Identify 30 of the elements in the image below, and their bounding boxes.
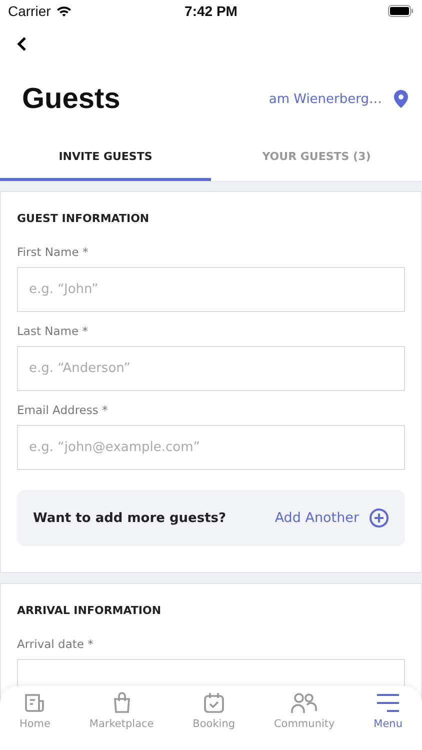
field-label: First Name *	[17, 245, 90, 259]
section-heading: GUEST INFORMATION	[17, 212, 150, 225]
nav-item[interactable]: Marketplace	[89, 692, 154, 750]
nav-item[interactable]: Menu	[374, 692, 402, 750]
carrier-name: Carrier	[8, 3, 51, 19]
location-link[interactable]: am Wienerberg…	[268, 92, 382, 106]
add-another-link[interactable]: Add Another	[274, 510, 359, 526]
field-label: Arrival date *	[17, 637, 94, 651]
nav-item[interactable]: Home	[19, 692, 50, 750]
back-icon[interactable]	[16, 36, 28, 52]
input-field[interactable]: e.g. “john@example.com”	[17, 425, 405, 470]
tab[interactable]: YOUR GUESTS (3)	[211, 138, 422, 181]
field-label: Last Name *	[17, 324, 89, 338]
location-pin-icon[interactable]	[394, 90, 408, 108]
input-field[interactable]: e.g. “Anderson”	[17, 346, 405, 391]
page-title: Guests	[22, 82, 120, 116]
field-label: Email Address *	[17, 403, 109, 417]
section-heading: ARRIVAL INFORMATION	[17, 604, 162, 617]
nav-item[interactable]: Community	[274, 692, 335, 750]
calendar-check-icon	[202, 692, 225, 714]
newspaper-icon	[24, 692, 46, 714]
battery-icon	[388, 5, 414, 17]
add-guests-prompt: Want to add more guests?	[33, 510, 226, 526]
nav-item[interactable]: Booking	[192, 692, 236, 750]
wifi-icon	[56, 5, 72, 17]
menu-icon	[376, 692, 400, 714]
plus-circle-icon[interactable]	[369, 508, 389, 528]
input-field[interactable]: e.g. “John”	[17, 267, 405, 312]
people-icon	[291, 692, 318, 714]
status-time: 7:42 PM	[184, 3, 238, 19]
